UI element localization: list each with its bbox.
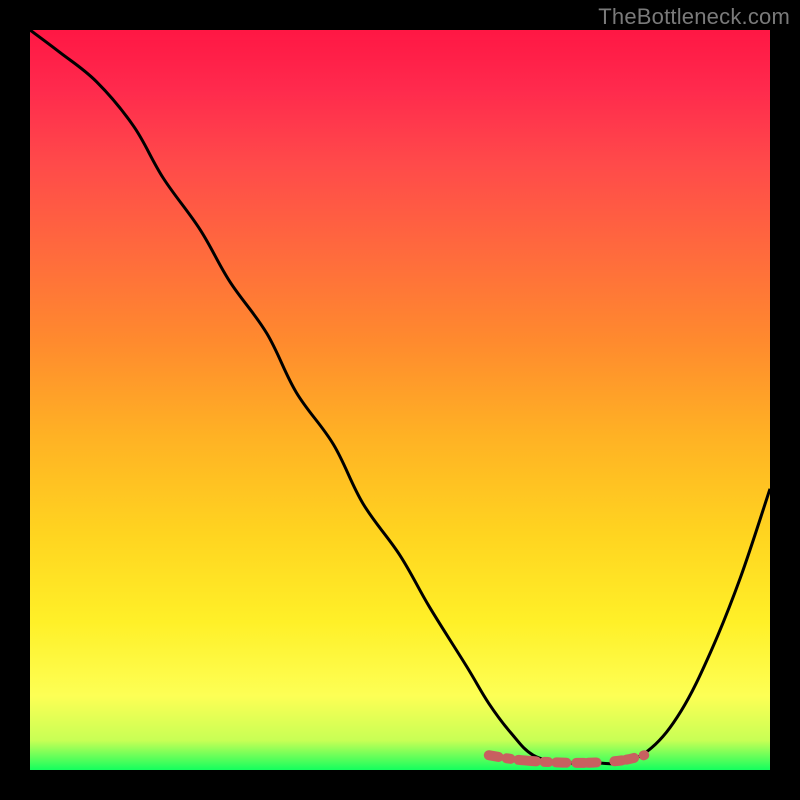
chart-frame: TheBottleneck.com — [0, 0, 800, 800]
watermark-text: TheBottleneck.com — [598, 4, 790, 30]
bottleneck-chart — [30, 30, 770, 770]
plot-area — [30, 30, 770, 770]
